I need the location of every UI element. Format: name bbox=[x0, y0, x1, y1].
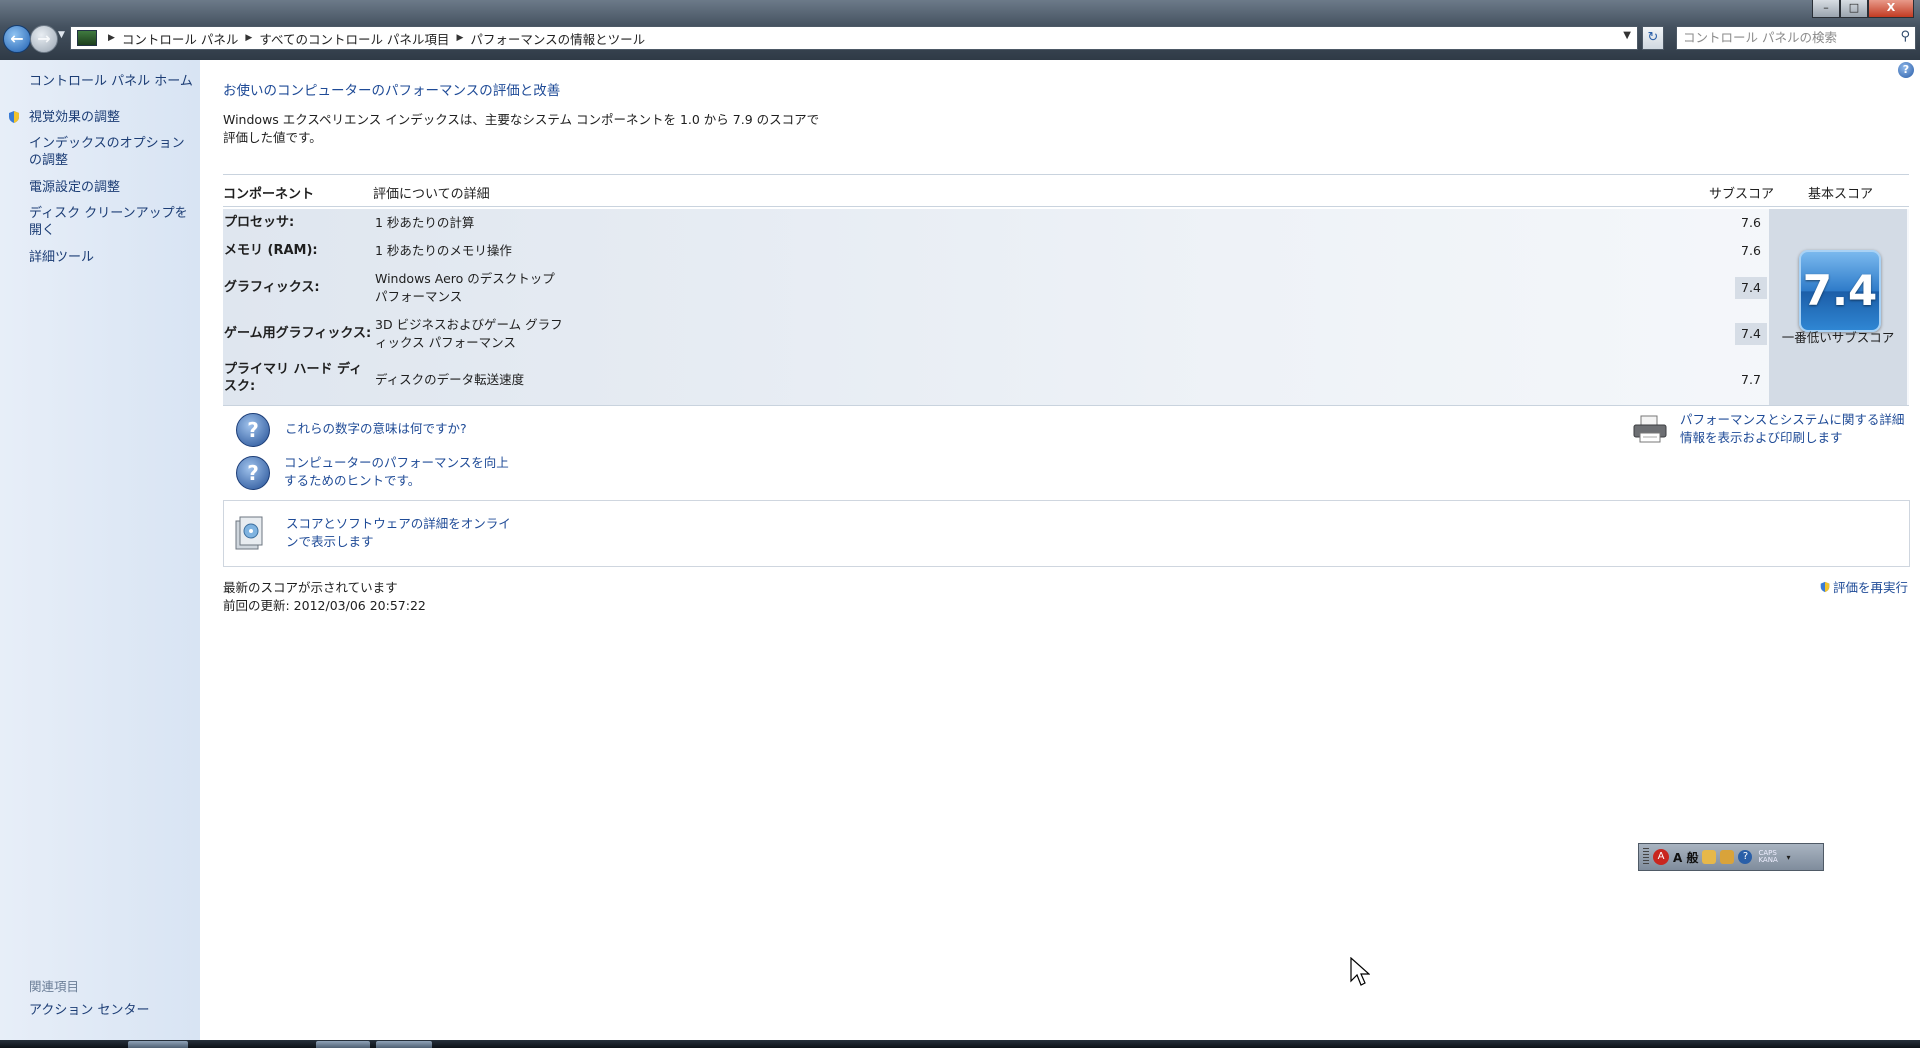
kana-label: KANA bbox=[1758, 856, 1778, 864]
taskbar-button[interactable] bbox=[128, 1041, 188, 1048]
component-detail: 1 秒あたりの計算 bbox=[375, 215, 475, 230]
address-bar[interactable]: ▶ コントロール パネル ▶ すべてのコントロール パネル項目 ▶ パフォーマン… bbox=[70, 26, 1638, 50]
recent-pages-dropdown[interactable]: ▼ bbox=[58, 30, 65, 40]
sidebar-item-advanced-tools[interactable]: 詳細ツール bbox=[29, 249, 195, 266]
component-name: ゲーム用グラフィックス: bbox=[224, 326, 372, 341]
breadcrumb-all-items[interactable]: すべてのコントロール パネル項目 bbox=[259, 29, 449, 48]
back-button[interactable]: ← bbox=[3, 25, 31, 53]
question-icon: ? bbox=[236, 413, 270, 447]
link-performance-tips[interactable]: コンピューターのパフォーマンスを向上するためのヒントです。 bbox=[284, 454, 514, 490]
question-icon: ? bbox=[236, 456, 270, 490]
component-detail: ディスクのデータ転送速度 bbox=[375, 372, 525, 387]
sidebar-item-indexing-options[interactable]: インデックスのオプションの調整 bbox=[29, 135, 195, 169]
component-name: プロセッサ: bbox=[224, 215, 295, 230]
component-name: プライマリ ハード ディスク: bbox=[224, 362, 363, 394]
ime-options-icon[interactable]: ▾ bbox=[1786, 853, 1790, 862]
header-subscore: サブスコア bbox=[1709, 187, 1775, 202]
online-info-box: スコアとソフトウェアの詳細をオンラインで表示します bbox=[223, 500, 1910, 567]
minimize-button[interactable]: – bbox=[1812, 0, 1840, 18]
shield-icon bbox=[9, 111, 19, 123]
score-table: プロセッサ: 1 秒あたりの計算 7.6 メモリ (RAM): 1 秒あたりのメ… bbox=[223, 209, 1909, 405]
link-print-details[interactable]: パフォーマンスとシステムに関する詳細情報を表示および印刷します bbox=[1680, 411, 1906, 447]
sidebar-item-action-center[interactable]: アクション センター bbox=[29, 1002, 195, 1019]
maximize-button[interactable]: □ bbox=[1840, 0, 1868, 18]
left-navigation-pane: コントロール パネル ホーム 視覚効果の調整 インデックスのオプションの調整 電… bbox=[0, 60, 200, 1040]
component-name: メモリ (RAM): bbox=[224, 243, 318, 258]
sidebar-item-disk-cleanup[interactable]: ディスク クリーンアップを開く bbox=[29, 205, 195, 239]
divider bbox=[223, 174, 1909, 175]
breadcrumb-control-panel[interactable]: コントロール パネル bbox=[122, 29, 238, 48]
table-row: プライマリ ハード ディスク: ディスクのデータ転送速度 7.7 bbox=[223, 357, 1768, 403]
subscore-value: 7.6 bbox=[1741, 215, 1761, 230]
link-online-details[interactable]: スコアとソフトウェアの詳細をオンラインで表示します bbox=[286, 515, 518, 551]
refresh-button[interactable]: ↻ bbox=[1642, 26, 1664, 50]
status-latest-score: 最新のスコアが示されています bbox=[223, 580, 398, 595]
mouse-cursor-icon bbox=[1350, 957, 1370, 986]
link-score-meaning[interactable]: これらの数字の意味は何ですか? bbox=[285, 420, 467, 438]
component-detail: 1 秒あたりのメモリ操作 bbox=[375, 243, 512, 258]
breadcrumb-separator[interactable]: ▶ bbox=[108, 33, 115, 43]
caps-kana-indicator: CAPS KANA bbox=[1756, 850, 1782, 864]
table-row: メモリ (RAM): 1 秒あたりのメモリ操作 7.6 bbox=[223, 237, 1768, 265]
chevron-down-icon: ▼ bbox=[58, 30, 65, 40]
control-panel-icon bbox=[77, 30, 97, 46]
ime-pad-icon[interactable] bbox=[1702, 850, 1717, 864]
ime-help-icon[interactable]: ? bbox=[1738, 850, 1753, 864]
component-detail: Windows Aero のデスクトップ パフォーマンス bbox=[375, 271, 555, 304]
status-last-updated: 前回の更新: 2012/03/06 20:57:22 bbox=[223, 598, 426, 613]
taskbar-button[interactable] bbox=[376, 1041, 432, 1048]
page-title: お使いのコンピューターのパフォーマンスの評価と改善 bbox=[223, 83, 561, 99]
close-button[interactable]: X bbox=[1868, 0, 1914, 18]
arrow-right-icon: → bbox=[37, 29, 51, 48]
sidebar-item-visual-effects[interactable]: 視覚効果の調整 bbox=[29, 109, 195, 126]
subscore-value: 7.7 bbox=[1741, 372, 1761, 387]
refresh-icon: ↻ bbox=[1647, 30, 1659, 45]
arrow-left-icon: ← bbox=[10, 29, 24, 48]
table-row: プロセッサ: 1 秒あたりの計算 7.6 bbox=[223, 209, 1768, 237]
shield-icon bbox=[1820, 581, 1830, 593]
sidebar-item-power-settings[interactable]: 電源設定の調整 bbox=[29, 179, 195, 196]
base-score-label: 一番低いサブスコア bbox=[1781, 330, 1895, 345]
header-basescore: 基本スコア bbox=[1808, 187, 1874, 202]
search-input[interactable] bbox=[1677, 27, 1889, 47]
table-row: グラフィックス: Windows Aero のデスクトップ パフォーマンス 7.… bbox=[223, 265, 1768, 311]
related-heading: 関連項目 bbox=[29, 979, 80, 994]
sidebar-item-control-panel-home[interactable]: コントロール パネル ホーム bbox=[29, 73, 195, 90]
software-box-icon bbox=[235, 516, 263, 550]
subscore-value: 7.4 bbox=[1735, 323, 1767, 345]
divider bbox=[223, 206, 1909, 207]
table-row: ゲーム用グラフィックス: 3D ビジネスおよびゲーム グラフィックス パフォーマ… bbox=[223, 311, 1768, 357]
score-table-header: コンポーネント 評価についての詳細 サブスコア 基本スコア bbox=[223, 181, 1909, 203]
ime-input-mode[interactable]: A 般 bbox=[1673, 849, 1698, 866]
window-controls: – □ X bbox=[1812, 0, 1914, 18]
component-detail: 3D ビジネスおよびゲーム グラフィックス パフォーマンス bbox=[375, 317, 563, 350]
header-detail: 評価についての詳細 bbox=[373, 187, 490, 202]
rerun-label: 評価を再実行 bbox=[1832, 580, 1908, 595]
window-titlebar: – □ X ← → ▼ ▶ コントロール パネル ▶ すべてのコントロール パネ… bbox=[0, 0, 1920, 60]
printer-icon bbox=[1633, 415, 1667, 443]
ime-language-bar[interactable]: A A 般 ? CAPS KANA ▾ bbox=[1638, 843, 1824, 871]
search-box[interactable]: ⚲ bbox=[1676, 26, 1916, 50]
base-score-badge: 7.4 bbox=[1799, 250, 1881, 332]
drag-handle-icon[interactable] bbox=[1643, 848, 1649, 866]
subscore-value: 7.6 bbox=[1741, 243, 1761, 258]
header-component: コンポーネント bbox=[223, 187, 315, 202]
rerun-assessment-link[interactable]: 評価を再実行 bbox=[1819, 577, 1908, 596]
ime-app-icon[interactable]: A bbox=[1653, 849, 1669, 865]
forward-button[interactable]: → bbox=[30, 25, 58, 53]
search-icon[interactable]: ⚲ bbox=[1900, 29, 1910, 44]
taskbar bbox=[0, 1040, 1920, 1048]
ime-tools-icon[interactable] bbox=[1720, 850, 1735, 864]
address-history-dropdown[interactable]: ▼ bbox=[1623, 30, 1631, 41]
divider bbox=[223, 405, 1909, 406]
component-name: グラフィックス: bbox=[224, 280, 320, 295]
breadcrumb-separator[interactable]: ▶ bbox=[456, 33, 463, 43]
breadcrumb-performance[interactable]: パフォーマンスの情報とツール bbox=[470, 29, 645, 48]
base-score-column: 7.4 一番低いサブスコア bbox=[1769, 209, 1907, 405]
taskbar-button[interactable] bbox=[316, 1041, 370, 1048]
help-icon[interactable]: ? bbox=[1898, 62, 1914, 78]
breadcrumb-separator[interactable]: ▶ bbox=[245, 33, 252, 43]
subscore-value: 7.4 bbox=[1735, 277, 1767, 299]
intro-text: Windows エクスペリエンス インデックスは、主要なシステム コンポーネント… bbox=[223, 112, 820, 145]
